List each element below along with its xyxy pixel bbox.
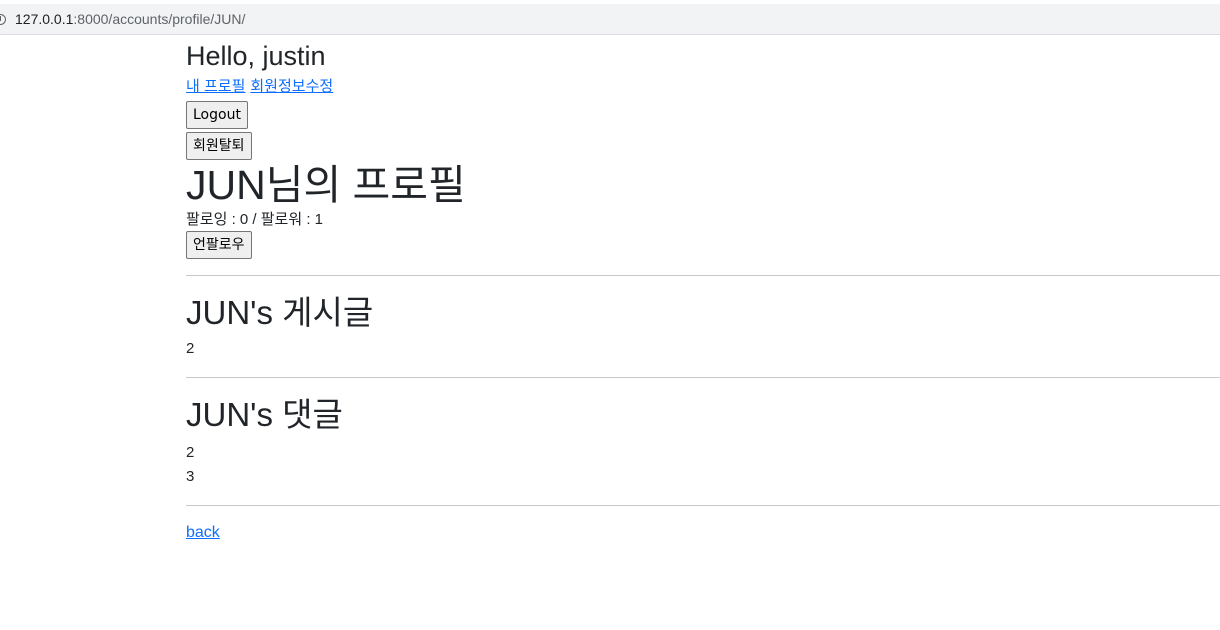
browser-address-bar[interactable]: 127.0.0.1:8000/accounts/profile/JUN/: [0, 4, 1220, 35]
my-profile-link[interactable]: 내 프로필: [186, 78, 245, 95]
delete-account-button[interactable]: 회원탈퇴: [186, 132, 252, 160]
unfollow-button[interactable]: 언팔로우: [186, 231, 252, 259]
greeting-heading: Hello, justin: [186, 41, 326, 71]
divider: [186, 505, 1220, 506]
article-item: 2: [186, 340, 195, 357]
articles-heading: JUN's 게시글: [186, 294, 374, 331]
profile-title: JUN님의 프로필: [186, 162, 466, 208]
info-icon[interactable]: [0, 13, 6, 25]
url-path: :8000/accounts/profile/JUN/: [73, 11, 246, 27]
divider: [186, 377, 1220, 378]
page-content: Hello, justin 내 프로필 회원정보수정 Logout 회원탈퇴 JU…: [186, 40, 1220, 542]
comment-item: 2: [186, 444, 195, 461]
nav-links: 내 프로필 회원정보수정: [186, 77, 1220, 97]
logout-button[interactable]: Logout: [186, 101, 248, 129]
url-host: 127.0.0.1: [15, 11, 74, 27]
comments-list: 2 3: [186, 441, 1220, 489]
divider: [186, 275, 1220, 276]
comments-heading: JUN's 댓글: [186, 396, 343, 433]
follow-summary: 팔로잉 : 0 / 팔로워 : 1: [186, 211, 323, 228]
edit-account-link[interactable]: 회원정보수정: [250, 78, 333, 95]
comment-item: 3: [186, 468, 195, 485]
back-link[interactable]: back: [186, 524, 220, 542]
articles-list: 2: [186, 337, 1220, 361]
